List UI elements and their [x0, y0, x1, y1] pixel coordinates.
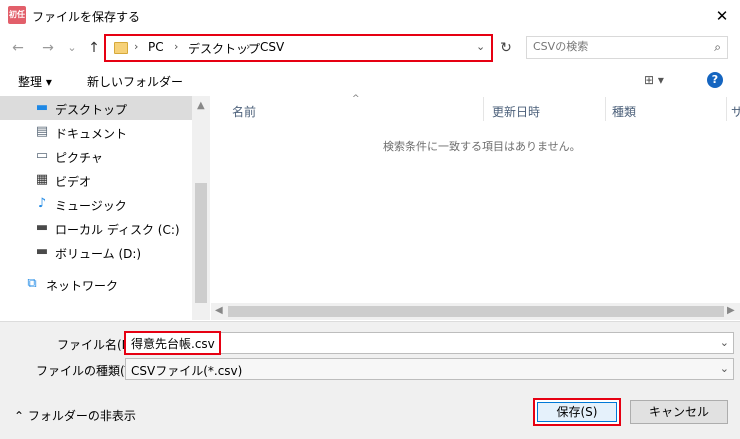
- scroll-left-icon[interactable]: ◀: [215, 305, 223, 316]
- sidebar-item-pictures[interactable]: ▭ ピクチャ: [0, 144, 192, 168]
- column-divider[interactable]: [726, 97, 727, 121]
- sidebar-item-label: ネットワーク: [46, 279, 119, 293]
- pictures-icon: ▭: [35, 148, 49, 163]
- local-disk-icon: ▬: [35, 220, 49, 235]
- sidebar-item-label: ボリューム (D:): [55, 247, 142, 261]
- view-options-icon[interactable]: ⊞ ▾: [644, 73, 664, 87]
- refresh-icon[interactable]: ↻: [496, 39, 516, 57]
- filetype-select[interactable]: CSVファイル(*.csv) ⌄: [125, 358, 734, 380]
- filetype-dropdown-icon[interactable]: ⌄: [720, 362, 729, 375]
- column-header-type[interactable]: 種類: [612, 103, 636, 120]
- sidebar-item-music[interactable]: ♪ ミュージック: [0, 192, 192, 216]
- column-divider[interactable]: [605, 97, 606, 121]
- filename-dropdown-icon[interactable]: ⌄: [720, 336, 729, 349]
- breadcrumb-csv[interactable]: CSV: [260, 40, 284, 54]
- nav-scroll-thumb[interactable]: [195, 183, 207, 303]
- sidebar-item-label: デスクトップ: [55, 103, 128, 117]
- new-folder-button[interactable]: 新しいフォルダー: [87, 73, 183, 90]
- filename-input[interactable]: [124, 331, 221, 355]
- column-header-name[interactable]: 名前: [232, 103, 256, 120]
- back-arrow-icon[interactable]: ←: [10, 40, 26, 56]
- desktop-icon: ▬: [35, 100, 49, 115]
- scroll-right-icon[interactable]: ▶: [727, 305, 735, 316]
- window-title: ファイルを保存する: [32, 10, 141, 24]
- folder-icon: [114, 42, 128, 54]
- breadcrumb-pc[interactable]: PC: [148, 40, 164, 54]
- cancel-button[interactable]: キャンセル: [630, 400, 728, 424]
- address-dropdown-icon[interactable]: ⌄: [476, 40, 485, 53]
- document-icon: ▤: [35, 124, 49, 139]
- file-list: [211, 96, 740, 320]
- sort-arrow-icon: ^: [352, 94, 360, 104]
- horizontal-scroll-thumb[interactable]: [228, 306, 724, 317]
- sidebar-item-video[interactable]: ▦ ビデオ: [0, 168, 192, 192]
- filetype-value: CSVファイル(*.csv): [131, 364, 243, 378]
- sidebar-item-desktop[interactable]: ▬ デスクトップ: [0, 96, 192, 120]
- sidebar-item-label: ドキュメント: [55, 127, 128, 141]
- save-button[interactable]: 保存(S): [537, 402, 617, 422]
- close-button[interactable]: ✕: [704, 2, 740, 30]
- column-header-size[interactable]: サ: [731, 103, 740, 120]
- volume-icon: ▬: [35, 244, 49, 259]
- help-icon[interactable]: ?: [707, 72, 723, 88]
- search-icon[interactable]: ⌕: [714, 40, 721, 55]
- column-header-modified[interactable]: 更新日時: [492, 103, 540, 120]
- filename-combobox[interactable]: ⌄: [124, 331, 734, 355]
- search-input[interactable]: [533, 40, 703, 53]
- empty-message: 検索条件に一致する項目はありません。: [383, 140, 581, 153]
- up-arrow-icon[interactable]: ↑: [86, 40, 102, 56]
- breadcrumb-separator: ›: [134, 40, 139, 53]
- sidebar-item-label: ピクチャ: [55, 151, 103, 165]
- organize-button[interactable]: 整理 ▾: [18, 73, 52, 90]
- app-icon: 初任: [8, 6, 26, 24]
- music-icon: ♪: [37, 196, 47, 211]
- search-box[interactable]: ⌕: [526, 36, 728, 59]
- breadcrumb-separator: ›: [174, 40, 179, 53]
- scroll-up-icon[interactable]: ▲: [197, 100, 205, 111]
- sidebar-item-label: ローカル ディスク (C:): [55, 223, 180, 237]
- sidebar-item-volume[interactable]: ▬ ボリューム (D:): [0, 240, 192, 264]
- sidebar-item-document[interactable]: ▤ ドキュメント: [0, 120, 192, 144]
- sidebar-item-label: ミュージック: [55, 199, 127, 213]
- breadcrumb-separator: ›: [246, 40, 251, 53]
- sidebar-item-network[interactable]: ⧉ ネットワーク: [0, 272, 192, 296]
- video-icon: ▦: [35, 172, 49, 187]
- column-divider[interactable]: [483, 97, 484, 121]
- recent-locations-icon[interactable]: ⌄: [64, 40, 80, 56]
- sidebar-item-local-disk[interactable]: ▬ ローカル ディスク (C:): [0, 216, 192, 240]
- forward-arrow-icon[interactable]: →: [40, 40, 56, 56]
- save-button-highlight[interactable]: 保存(S): [533, 398, 621, 426]
- sidebar-item-label: ビデオ: [55, 175, 92, 189]
- network-icon: ⧉: [27, 276, 37, 291]
- hide-folders-toggle[interactable]: ⌃ フォルダーの非表示: [14, 407, 136, 424]
- address-bar[interactable]: › PC › デスクトップ › CSV ⌄: [104, 34, 493, 62]
